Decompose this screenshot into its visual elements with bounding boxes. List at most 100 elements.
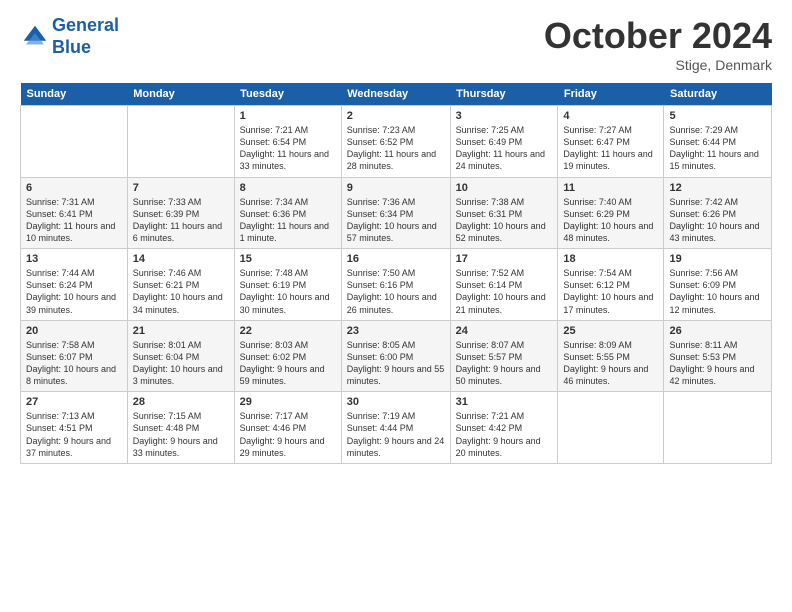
- day-number: 6: [26, 182, 122, 194]
- calendar-cell: 3Sunrise: 7:25 AMSunset: 6:49 PMDaylight…: [450, 106, 558, 178]
- day-info: Sunrise: 7:40 AMSunset: 6:29 PMDaylight:…: [563, 196, 658, 245]
- calendar-cell: 1Sunrise: 7:21 AMSunset: 6:54 PMDaylight…: [234, 106, 341, 178]
- day-info: Sunrise: 7:44 AMSunset: 6:24 PMDaylight:…: [26, 267, 122, 316]
- day-number: 17: [456, 253, 553, 265]
- day-number: 12: [669, 182, 766, 194]
- day-info: Sunrise: 7:15 AMSunset: 4:48 PMDaylight:…: [133, 410, 229, 459]
- day-number: 20: [26, 325, 122, 337]
- day-number: 30: [347, 396, 445, 408]
- calendar-cell: [558, 392, 664, 464]
- day-info: Sunrise: 7:46 AMSunset: 6:21 PMDaylight:…: [133, 267, 229, 316]
- day-info: Sunrise: 8:03 AMSunset: 6:02 PMDaylight:…: [240, 339, 336, 388]
- day-info: Sunrise: 8:11 AMSunset: 5:53 PMDaylight:…: [669, 339, 766, 388]
- day-number: 19: [669, 253, 766, 265]
- day-number: 13: [26, 253, 122, 265]
- day-info: Sunrise: 7:56 AMSunset: 6:09 PMDaylight:…: [669, 267, 766, 316]
- logo-text: General Blue: [52, 15, 119, 58]
- day-number: 5: [669, 110, 766, 122]
- day-number: 25: [563, 325, 658, 337]
- day-info: Sunrise: 7:21 AMSunset: 4:42 PMDaylight:…: [456, 410, 553, 459]
- calendar-cell: 11 Sunrise: 7:40 AMSunset: 6:29 PMDayligh…: [558, 177, 664, 249]
- calendar-cell: 22 Sunrise: 8:03 AMSunset: 6:02 PMDayligh…: [234, 320, 341, 392]
- day-info: Sunrise: 7:34 AMSunset: 6:36 PMDaylight:…: [240, 196, 336, 245]
- calendar-cell: 9Sunrise: 7:36 AMSunset: 6:34 PMDaylight…: [341, 177, 450, 249]
- day-number: 22: [240, 325, 336, 337]
- calendar-cell: 10Sunrise: 7:38 AMSunset: 6:31 PMDayligh…: [450, 177, 558, 249]
- week-row-4: 20 Sunrise: 7:58 AMSunset: 6:07 PMDayligh…: [21, 320, 772, 392]
- day-number: 16: [347, 253, 445, 265]
- day-number: 7: [133, 182, 229, 194]
- day-number: 9: [347, 182, 445, 194]
- day-number: 28: [133, 396, 229, 408]
- day-number: 2: [347, 110, 445, 122]
- calendar-cell: 15 Sunrise: 7:48 AMSunset: 6:19 PMDayligh…: [234, 249, 341, 321]
- col-sunday: Sunday: [21, 83, 128, 106]
- calendar-cell: [21, 106, 128, 178]
- logo-line1: General: [52, 15, 119, 35]
- calendar-cell: 29 Sunrise: 7:17 AMSunset: 4:46 PMDayligh…: [234, 392, 341, 464]
- calendar-cell: 4Sunrise: 7:27 AMSunset: 6:47 PMDaylight…: [558, 106, 664, 178]
- day-info: Sunrise: 8:05 AMSunset: 6:00 PMDaylight:…: [347, 339, 445, 388]
- day-info: Sunrise: 7:13 AMSunset: 4:51 PMDaylight:…: [26, 410, 122, 459]
- day-number: 18: [563, 253, 658, 265]
- day-info: Sunrise: 7:58 AMSunset: 6:07 PMDaylight:…: [26, 339, 122, 388]
- calendar-cell: 24Sunrise: 8:07 AMSunset: 5:57 PMDayligh…: [450, 320, 558, 392]
- calendar-cell: 13 Sunrise: 7:44 AMSunset: 6:24 PMDayligh…: [21, 249, 128, 321]
- day-number: 15: [240, 253, 336, 265]
- col-thursday: Thursday: [450, 83, 558, 106]
- calendar-cell: [127, 106, 234, 178]
- day-info: Sunrise: 7:29 AMSunset: 6:44 PMDaylight:…: [669, 124, 766, 173]
- header: General Blue October 2024 Stige, Denmark: [20, 15, 772, 73]
- day-info: Sunrise: 7:33 AMSunset: 6:39 PMDaylight:…: [133, 196, 229, 245]
- calendar-cell: 28 Sunrise: 7:15 AMSunset: 4:48 PMDayligh…: [127, 392, 234, 464]
- day-info: Sunrise: 8:09 AMSunset: 5:55 PMDaylight:…: [563, 339, 658, 388]
- col-tuesday: Tuesday: [234, 83, 341, 106]
- calendar-cell: 17 Sunrise: 7:52 AMSunset: 6:14 PMDayligh…: [450, 249, 558, 321]
- logo-icon: [20, 22, 50, 52]
- day-number: 27: [26, 396, 122, 408]
- week-row-5: 27 Sunrise: 7:13 AMSunset: 4:51 PMDayligh…: [21, 392, 772, 464]
- day-info: Sunrise: 8:01 AMSunset: 6:04 PMDaylight:…: [133, 339, 229, 388]
- calendar-cell: 26Sunrise: 8:11 AMSunset: 5:53 PMDayligh…: [664, 320, 772, 392]
- page: General Blue October 2024 Stige, Denmark…: [0, 0, 792, 612]
- col-wednesday: Wednesday: [341, 83, 450, 106]
- day-info: Sunrise: 7:48 AMSunset: 6:19 PMDaylight:…: [240, 267, 336, 316]
- calendar-cell: 21Sunrise: 8:01 AMSunset: 6:04 PMDayligh…: [127, 320, 234, 392]
- header-row: Sunday Monday Tuesday Wednesday Thursday…: [21, 83, 772, 106]
- day-info: Sunrise: 7:19 AMSunset: 4:44 PMDaylight:…: [347, 410, 445, 459]
- day-info: Sunrise: 7:42 AMSunset: 6:26 PMDaylight:…: [669, 196, 766, 245]
- day-number: 1: [240, 110, 336, 122]
- day-number: 11: [563, 182, 658, 194]
- calendar-cell: 23Sunrise: 8:05 AMSunset: 6:00 PMDayligh…: [341, 320, 450, 392]
- week-row-3: 13 Sunrise: 7:44 AMSunset: 6:24 PMDayligh…: [21, 249, 772, 321]
- logo-line2: Blue: [52, 37, 91, 57]
- day-number: 8: [240, 182, 336, 194]
- day-info: Sunrise: 7:17 AMSunset: 4:46 PMDaylight:…: [240, 410, 336, 459]
- calendar-cell: 18 Sunrise: 7:54 AMSunset: 6:12 PMDayligh…: [558, 249, 664, 321]
- col-saturday: Saturday: [664, 83, 772, 106]
- calendar-cell: 25 Sunrise: 8:09 AMSunset: 5:55 PMDayligh…: [558, 320, 664, 392]
- week-row-2: 6Sunrise: 7:31 AMSunset: 6:41 PMDaylight…: [21, 177, 772, 249]
- title-block: October 2024 Stige, Denmark: [544, 15, 772, 73]
- calendar-cell: 14Sunrise: 7:46 AMSunset: 6:21 PMDayligh…: [127, 249, 234, 321]
- day-info: Sunrise: 7:54 AMSunset: 6:12 PMDaylight:…: [563, 267, 658, 316]
- calendar-cell: 16 Sunrise: 7:50 AMSunset: 6:16 PMDayligh…: [341, 249, 450, 321]
- day-number: 29: [240, 396, 336, 408]
- calendar-cell: 31 Sunrise: 7:21 AMSunset: 4:42 PMDayligh…: [450, 392, 558, 464]
- week-row-1: 1Sunrise: 7:21 AMSunset: 6:54 PMDaylight…: [21, 106, 772, 178]
- day-info: Sunrise: 7:25 AMSunset: 6:49 PMDaylight:…: [456, 124, 553, 173]
- location-subtitle: Stige, Denmark: [544, 57, 772, 73]
- calendar-cell: 30 Sunrise: 7:19 AMSunset: 4:44 PMDayligh…: [341, 392, 450, 464]
- day-info: Sunrise: 7:38 AMSunset: 6:31 PMDaylight:…: [456, 196, 553, 245]
- calendar-cell: 27 Sunrise: 7:13 AMSunset: 4:51 PMDayligh…: [21, 392, 128, 464]
- day-info: Sunrise: 7:52 AMSunset: 6:14 PMDaylight:…: [456, 267, 553, 316]
- logo: General Blue: [20, 15, 119, 58]
- day-number: 4: [563, 110, 658, 122]
- calendar-cell: 19 Sunrise: 7:56 AMSunset: 6:09 PMDayligh…: [664, 249, 772, 321]
- calendar-cell: [664, 392, 772, 464]
- day-info: Sunrise: 7:50 AMSunset: 6:16 PMDaylight:…: [347, 267, 445, 316]
- day-number: 31: [456, 396, 553, 408]
- calendar-cell: 8 Sunrise: 7:34 AMSunset: 6:36 PMDaylight…: [234, 177, 341, 249]
- calendar-cell: 20 Sunrise: 7:58 AMSunset: 6:07 PMDayligh…: [21, 320, 128, 392]
- col-friday: Friday: [558, 83, 664, 106]
